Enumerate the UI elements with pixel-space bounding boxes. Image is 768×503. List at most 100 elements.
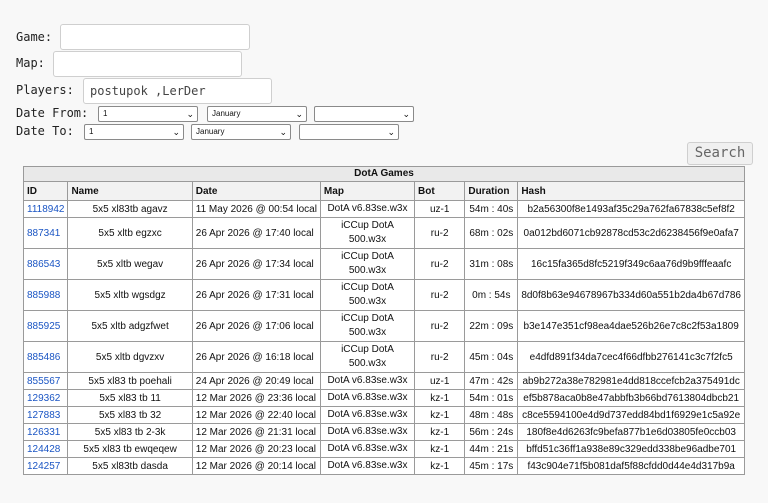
game-duration-cell: 45m : 04s (464, 341, 519, 373)
game-duration-cell: 0m : 54s (464, 279, 519, 311)
search-button[interactable]: Search (687, 142, 753, 165)
game-bot-cell: kz-1 (414, 389, 466, 407)
date-from-month-select[interactable]: January ⌄ (207, 106, 307, 122)
table-header-row: ID Name Date Map Bot Duration Hash (22, 181, 745, 201)
game-id-cell: 127883 (22, 406, 69, 424)
game-map-cell: DotA v6.83se.w3x (319, 440, 416, 458)
game-id-link[interactable]: 886543 (27, 259, 60, 270)
table-row: 127883 5x5 xl83 tb 32 12 Mar 2026 @ 22:40 … (22, 406, 745, 424)
date-to-month-select[interactable]: January ⌄ (191, 124, 291, 140)
game-date-cell: 12 Mar 2026 @ 21:31 local (191, 423, 321, 441)
game-input[interactable] (60, 24, 250, 50)
game-hash-cell: e4dfd891f34da7cec4f66dfbb276141c3c7f2fc5 (517, 341, 745, 373)
column-header-hash[interactable]: Hash (517, 181, 745, 201)
game-id-cell: 855567 (22, 372, 69, 390)
game-map-cell: DotA v6.83se.w3x (319, 372, 416, 390)
game-bot-cell: ru-2 (414, 279, 466, 311)
game-name-cell: 5x5 xl83 tb 32 (67, 406, 193, 424)
table-row: 885925 5x5 xltb adgzfwet 26 Apr 2026 @ 17:… (22, 310, 745, 342)
game-map-cell: DotA v6.83se.w3x (319, 389, 416, 407)
table-row: 885988 5x5 xltb wgsdgz 26 Apr 2026 @ 17:31… (22, 279, 745, 311)
game-name-cell: 5x5 xl83tb dasda (67, 457, 193, 475)
column-header-bot[interactable]: Bot (414, 181, 466, 201)
game-hash-cell: b3e147e351cf98ea4dae526b26e7c8c2f53a1809 (517, 310, 745, 342)
game-date-cell: 12 Mar 2026 @ 20:14 local (191, 457, 321, 475)
column-header-duration[interactable]: Duration (464, 181, 519, 201)
table-row: 124257 5x5 xl83tb dasda 12 Mar 2026 @ 20:1… (22, 457, 745, 475)
table-row: 124428 5x5 xl83 tb ewqeqew 12 Mar 2026 @ 2… (22, 440, 745, 458)
game-name-cell: 5x5 xltb wgsdgz (67, 279, 193, 311)
players-label: Players: (16, 83, 74, 97)
games-table: DotA Games ID Name Date Map Bot Duration… (22, 166, 745, 475)
map-input[interactable] (53, 51, 242, 77)
game-hash-cell: ab9b272a38e782981e4dd818ccefcb2a375491dc (517, 372, 745, 390)
game-bot-cell: kz-1 (414, 406, 466, 424)
game-date-cell: 26 Apr 2026 @ 17:31 local (191, 279, 321, 311)
chevron-down-icon: ⌄ (402, 109, 410, 119)
game-id-link[interactable]: 885988 (27, 290, 60, 301)
game-bot-cell: ru-2 (414, 341, 466, 373)
table-row: 1118942 5x5 xl83tb agavz 11 May 2026 @ 00:… (22, 200, 745, 218)
game-id-cell: 885486 (22, 341, 69, 373)
date-from-year-select[interactable]: ⌄ (314, 106, 414, 122)
column-header-id[interactable]: ID (22, 181, 69, 201)
game-id-cell: 129362 (22, 389, 69, 407)
game-bot-cell: uz-1 (414, 372, 466, 390)
date-to-day-select[interactable]: 1 ⌄ (84, 124, 184, 140)
table-row: 129362 5x5 xl83 tb 11 12 Mar 2026 @ 23:36 … (22, 389, 745, 407)
game-date-cell: 12 Mar 2026 @ 20:23 local (191, 440, 321, 458)
game-name-cell: 5x5 xl83tb agavz (67, 200, 193, 218)
game-id-cell: 1118942 (22, 200, 69, 218)
game-id-link[interactable]: 124257 (27, 461, 60, 472)
game-id-cell: 887341 (22, 217, 69, 249)
game-map-cell: DotA v6.83se.w3x (319, 423, 416, 441)
game-duration-cell: 31m : 08s (464, 248, 519, 280)
game-map-cell: iCCup DotA 500.w3x (319, 248, 416, 280)
game-duration-cell: 68m : 02s (464, 217, 519, 249)
chevron-down-icon: ⌄ (186, 109, 194, 119)
game-map-cell: iCCup DotA 500.w3x (319, 279, 416, 311)
game-id-link[interactable]: 127883 (27, 410, 60, 421)
players-input[interactable]: postupok ,LerDer (83, 78, 272, 104)
game-name-cell: 5x5 xl83 tb ewqeqew (67, 440, 193, 458)
game-duration-cell: 56m : 24s (464, 423, 519, 441)
game-map-cell: iCCup DotA 500.w3x (319, 217, 416, 249)
game-hash-cell: 16c15fa365d8fc5219f349c6aa76d9b9fffeaafc (517, 248, 745, 280)
chevron-down-icon: ⌄ (295, 109, 303, 119)
game-map-cell: iCCup DotA 500.w3x (319, 341, 416, 373)
date-to-year-select[interactable]: ⌄ (299, 124, 399, 140)
table-row: 887341 5x5 xltb egzxc 26 Apr 2026 @ 17:40 … (22, 217, 745, 249)
game-hash-cell: f43c904e71f5b081daf5f88cfdd0d44e4d317b9a (517, 457, 745, 475)
game-date-cell: 12 Mar 2026 @ 22:40 local (191, 406, 321, 424)
column-header-map[interactable]: Map (319, 181, 416, 201)
column-header-name[interactable]: Name (67, 181, 193, 201)
game-map-cell: DotA v6.83se.w3x (319, 200, 416, 218)
game-bot-cell: kz-1 (414, 440, 466, 458)
game-label: Game: (16, 30, 53, 44)
date-to-label: Date To: (16, 124, 74, 138)
game-id-link[interactable]: 885486 (27, 352, 60, 363)
date-from-day-select[interactable]: 1 ⌄ (98, 106, 198, 122)
game-id-link[interactable]: 887341 (27, 228, 60, 239)
game-date-cell: 26 Apr 2026 @ 16:18 local (191, 341, 321, 373)
game-id-cell: 124428 (22, 440, 69, 458)
game-id-link[interactable]: 129362 (27, 393, 60, 404)
game-id-cell: 885925 (22, 310, 69, 342)
game-bot-cell: uz-1 (414, 200, 466, 218)
column-header-date[interactable]: Date (191, 181, 321, 201)
game-id-cell: 124257 (22, 457, 69, 475)
game-id-cell: 126331 (22, 423, 69, 441)
game-name-cell: 5x5 xltb dgvzxv (67, 341, 193, 373)
game-duration-cell: 45m : 17s (464, 457, 519, 475)
game-id-link[interactable]: 885925 (27, 321, 60, 332)
game-bot-cell: ru-2 (414, 310, 466, 342)
game-name-cell: 5x5 xltb adgzfwet (67, 310, 193, 342)
game-duration-cell: 48m : 48s (464, 406, 519, 424)
game-hash-cell: 0a012bd6071cb92878cd53c2d6238456f9e0afa7 (517, 217, 745, 249)
game-id-link[interactable]: 855567 (27, 376, 60, 387)
game-duration-cell: 47m : 42s (464, 372, 519, 390)
game-date-cell: 24 Apr 2026 @ 20:49 local (191, 372, 321, 390)
game-id-link[interactable]: 1118942 (27, 204, 64, 215)
game-id-link[interactable]: 126331 (27, 427, 60, 438)
game-id-link[interactable]: 124428 (27, 444, 60, 455)
